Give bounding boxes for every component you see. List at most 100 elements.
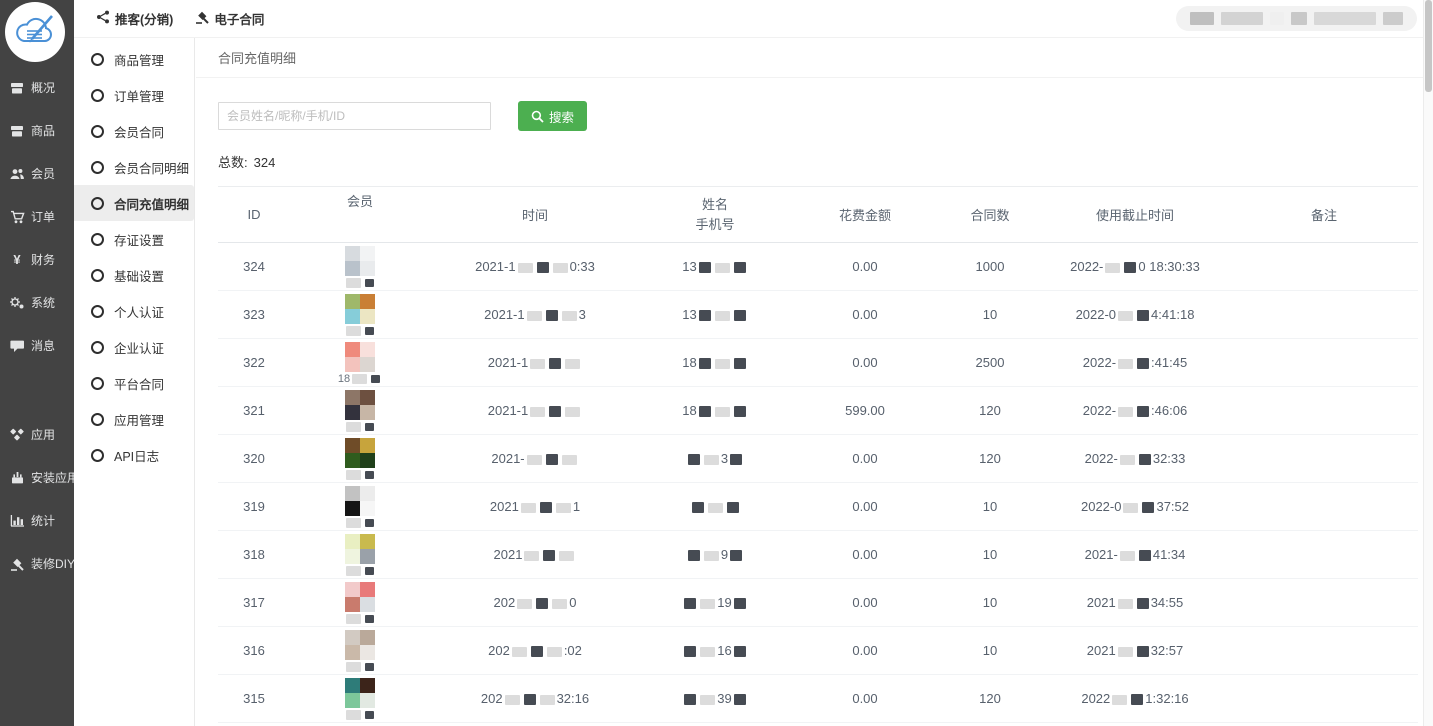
table-row[interactable]: 323 2021-13 13 0.00 10 2022-04:41:18 [218, 291, 1418, 339]
account-info-redacted[interactable] [1176, 6, 1417, 31]
search-icon [531, 110, 544, 123]
cell-deadline: 20221:32:16 [1040, 691, 1230, 706]
sidebar-item-5[interactable]: ¥ 财务 [0, 238, 74, 281]
table-row[interactable]: 316 202:02 16 0.00 10 202132:57 [218, 627, 1418, 675]
submenu-item-4[interactable]: 会员合同明细 [74, 149, 194, 185]
redacted-block [730, 454, 742, 465]
submenu-item-label: 基础设置 [114, 266, 164, 285]
sidebar-item-10[interactable]: 统计 [0, 499, 74, 542]
sidebar-item-2[interactable]: 商品 [0, 109, 74, 152]
redacted-block [1112, 695, 1127, 705]
tab-econtract[interactable]: 电子合同 [195, 9, 264, 28]
orders-icon [9, 210, 25, 224]
redacted-block [371, 375, 380, 383]
sidebar-item-4[interactable]: 订单 [0, 195, 74, 238]
submenu-item-1[interactable]: 商品管理 [74, 41, 194, 77]
redacted-block [699, 262, 711, 273]
share-icon [96, 10, 110, 27]
table-row[interactable]: 318 2021 9 0.00 10 2021-41:34 [218, 531, 1418, 579]
total-count: 总数:324 [218, 152, 1433, 171]
search-button[interactable]: 搜索 [518, 101, 587, 131]
member-avatar [345, 342, 375, 372]
table-row[interactable]: 324 2021-10:33 13 0.00 1000 2022-0 18:30… [218, 243, 1418, 291]
submenu-item-9[interactable]: 企业认证 [74, 329, 194, 365]
submenu-item-label: API日志 [114, 446, 159, 465]
member-avatar [345, 246, 375, 276]
cell-phone: 18 [640, 403, 790, 418]
submenu-item-2[interactable]: 订单管理 [74, 77, 194, 113]
cell-id: 321 [218, 403, 290, 418]
redacted-block [556, 503, 571, 513]
member-name-redacted [290, 709, 430, 721]
sidebar-item-3[interactable]: 会员 [0, 152, 74, 195]
redacted-block [365, 663, 374, 671]
cell-amount: 0.00 [790, 595, 940, 610]
app-logo[interactable] [5, 2, 65, 62]
circle-bullet-icon [91, 89, 104, 102]
topbar: 推客(分销) 电子合同 [74, 0, 1433, 38]
redacted-block [734, 310, 746, 321]
redacted-block [734, 598, 746, 609]
sidebar-item-11[interactable]: 装修DIY [0, 542, 74, 585]
redacted-block [1124, 262, 1136, 273]
cell-phone: 16 [640, 643, 790, 658]
table-row[interactable]: 317 2020 19 0.00 10 202134:55 [218, 579, 1418, 627]
table-row[interactable]: 320 2021- 3 0.00 120 2022-32:33 [218, 435, 1418, 483]
redacted-block [700, 599, 715, 609]
submenu-item-10[interactable]: 平台合同 [74, 365, 194, 401]
redacted-block [543, 550, 555, 561]
submenu-item-12[interactable]: API日志 [74, 437, 194, 473]
submenu-item-3[interactable]: 会员合同 [74, 113, 194, 149]
submenu-item-6[interactable]: 存证设置 [74, 221, 194, 257]
redacted-block [734, 406, 746, 417]
table-row[interactable]: 322 18 2021-1 18 0.00 2500 2022-:41:45 [218, 339, 1418, 387]
sidebar-item-9[interactable]: 安装应用 [0, 456, 74, 499]
submenu-item-label: 会员合同明细 [114, 158, 189, 177]
gavel-icon [195, 10, 209, 27]
circle-bullet-icon [91, 305, 104, 318]
vertical-scrollbar[interactable] [1423, 0, 1433, 726]
table-row[interactable]: 315 20232:16 39 0.00 120 20221:32:16 [218, 675, 1418, 723]
tab-tuike[interactable]: 推客(分销) [96, 9, 173, 28]
submenu-item-11[interactable]: 应用管理 [74, 401, 194, 437]
cell-deadline: 2022-0 18:30:33 [1040, 259, 1230, 274]
cell-member [290, 675, 430, 722]
redacted-block [549, 406, 561, 417]
redacted-block [688, 550, 700, 561]
circle-bullet-icon [91, 413, 104, 426]
redacted-block [734, 694, 746, 705]
redacted-block [346, 710, 361, 720]
redacted-block [537, 262, 549, 273]
redacted-block [1118, 647, 1133, 657]
redacted-block [565, 359, 580, 369]
sidebar-item-7[interactable]: 消息 [0, 324, 74, 367]
redacted-block [699, 406, 711, 417]
redacted-block [365, 615, 374, 623]
table-row[interactable]: 321 2021-1 18 599.00 120 2022-:46:06 [218, 387, 1418, 435]
table-row[interactable]: 319 20211 0.00 10 2022-037:52 [218, 483, 1418, 531]
column-header-member: 会员 [290, 191, 430, 238]
redacted-block [365, 327, 374, 335]
redacted-block [549, 358, 561, 369]
cell-time: 2021-1 [430, 403, 640, 418]
redacted-block [1139, 550, 1151, 561]
sidebar-item-1[interactable]: 概况 [0, 66, 74, 109]
submenu-item-label: 存证设置 [114, 230, 164, 249]
sidebar-item-8[interactable]: 应用 [0, 413, 74, 456]
sidebar-item-6[interactable]: 系统 [0, 281, 74, 324]
submenu-item-7[interactable]: 基础设置 [74, 257, 194, 293]
redacted-block [715, 311, 730, 321]
cell-time: 2021- [430, 451, 640, 466]
cell-contracts: 120 [940, 403, 1040, 418]
redacted-block [1118, 359, 1133, 369]
stats-icon [9, 514, 25, 528]
cell-amount: 0.00 [790, 451, 940, 466]
search-input[interactable] [218, 102, 491, 130]
redacted-block [684, 646, 696, 657]
scrollbar-thumb[interactable] [1425, 0, 1432, 92]
redacted-block [524, 551, 539, 561]
column-header-note: 备注 [1230, 205, 1418, 224]
sidebar-item-label: 应用 [31, 426, 55, 443]
submenu-item-8[interactable]: 个人认证 [74, 293, 194, 329]
submenu-item-5[interactable]: 合同充值明细 [74, 185, 194, 221]
